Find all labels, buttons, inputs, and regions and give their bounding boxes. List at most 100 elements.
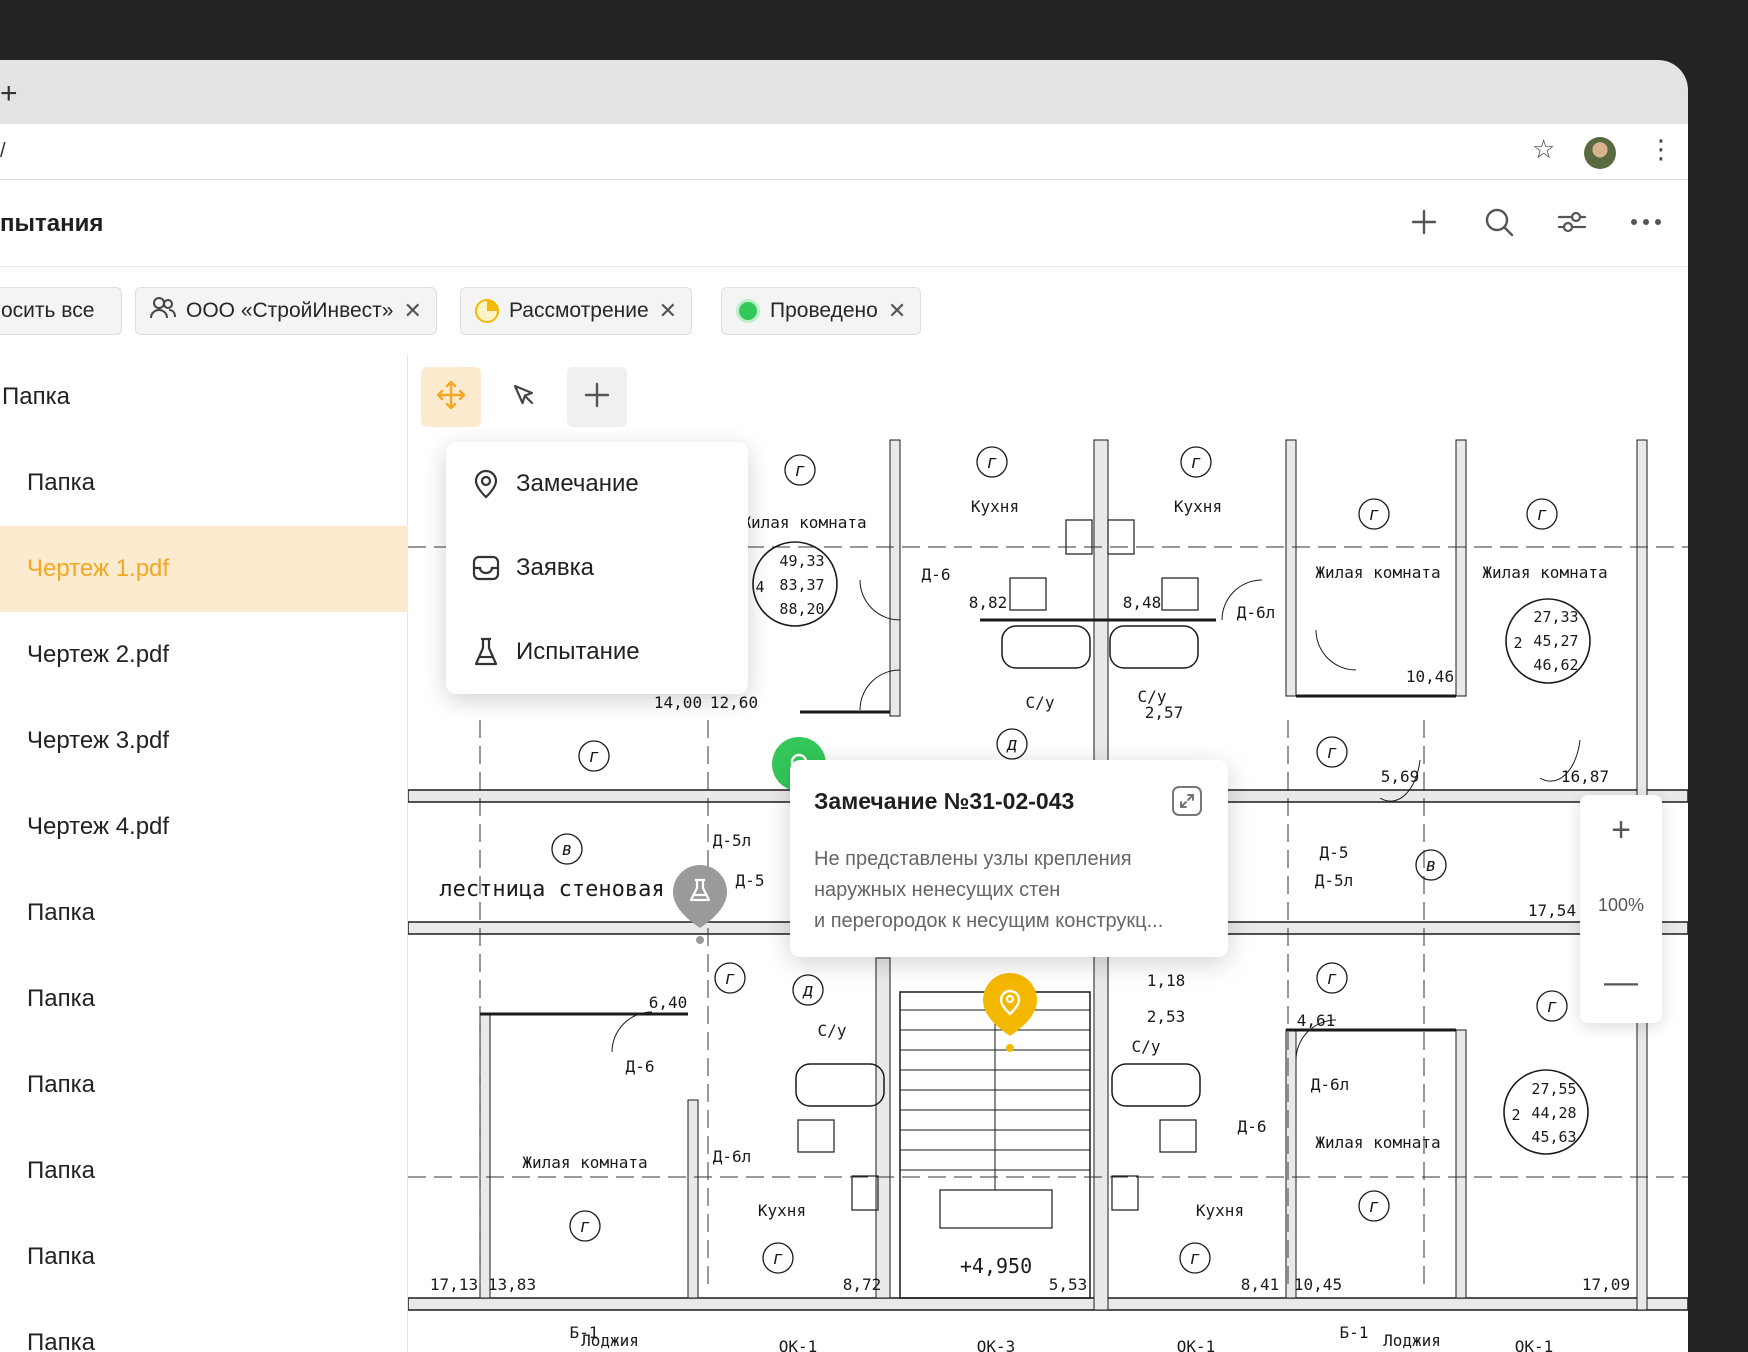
sidebar-file[interactable]: Чертеж 3.pdf [0, 698, 408, 784]
menu-item-remark[interactable]: Замечание [446, 442, 748, 526]
filter-chip-label: ООО «СтройИнвест» [186, 299, 394, 322]
svg-text:Д-6: Д-6 [922, 565, 951, 584]
svg-text:2: 2 [1511, 1106, 1520, 1124]
svg-text:6,40: 6,40 [649, 993, 688, 1012]
svg-text:г: г [725, 968, 736, 989]
svg-text:ОК-1: ОК-1 [1177, 1337, 1216, 1352]
add-tool-button[interactable] [567, 367, 627, 427]
svg-text:д: д [1006, 734, 1018, 755]
kebab-icon[interactable]: ⋮ [1648, 136, 1674, 162]
more-icon[interactable] [1626, 202, 1666, 242]
remark-popup-card[interactable]: Замечание №31-02-043 Не представлены узл… [790, 760, 1228, 957]
plus-icon[interactable] [1404, 202, 1444, 242]
zoom-level: 100% [1597, 895, 1645, 915]
popup-line: наружных ненесущих стен [814, 879, 1061, 901]
move-icon [435, 379, 467, 416]
sidebar-item-label: Чертеж 4.pdf [27, 813, 170, 840]
svg-text:г: г [1547, 996, 1558, 1017]
svg-text:г: г [1369, 504, 1380, 525]
expand-icon[interactable] [1172, 786, 1202, 816]
sidebar-folder[interactable]: Папка [0, 1300, 408, 1352]
device-bezel-right [1688, 0, 1748, 1352]
svg-text:Б-1: Б-1 [570, 1323, 599, 1342]
sidebar-item-label: Папка [27, 1243, 95, 1270]
svg-text:Д-5: Д-5 [1320, 843, 1349, 862]
sidebar-item-label: Папка [27, 899, 95, 926]
svg-text:1,18: 1,18 [1147, 971, 1186, 990]
filter-sliders-icon[interactable] [1552, 202, 1592, 242]
svg-text:С/у: С/у [1026, 693, 1055, 712]
users-icon [150, 296, 176, 326]
svg-text:88,20: 88,20 [779, 600, 824, 618]
svg-text:Д-6л: Д-6л [1311, 1075, 1350, 1094]
svg-text:г: г [1190, 1248, 1201, 1269]
filter-chip-review[interactable]: Рассмотрение ✕ [460, 287, 693, 335]
page-title: пытания [0, 210, 104, 237]
star-icon[interactable]: ☆ [1532, 136, 1555, 162]
svg-text:16,87: 16,87 [1561, 767, 1609, 786]
svg-text:Д-6л: Д-6л [1237, 603, 1276, 622]
sidebar-item-label: Папка [27, 1071, 95, 1098]
menu-item-label: Замечание [516, 470, 639, 497]
close-icon[interactable]: ✕ [403, 298, 421, 324]
sidebar-folder[interactable]: Папка [0, 956, 408, 1042]
sidebar-folder[interactable]: Папка [0, 354, 408, 440]
filter-chip-company[interactable]: ООО «СтройИнвест» ✕ [135, 287, 437, 335]
close-icon[interactable]: ✕ [888, 298, 906, 324]
sidebar-file[interactable]: Чертеж 2.pdf [0, 612, 408, 698]
search-icon[interactable] [1479, 202, 1519, 242]
inbox-icon [446, 555, 516, 581]
sidebar-folder[interactable]: Папка [0, 1128, 408, 1214]
svg-text:45,27: 45,27 [1533, 632, 1578, 650]
status-done-icon [736, 299, 760, 323]
move-tool-button[interactable] [421, 367, 481, 427]
status-review-icon [475, 299, 499, 323]
svg-text:г: г [580, 1216, 591, 1237]
svg-text:г: г [1191, 452, 1202, 473]
svg-text:8,48: 8,48 [1123, 593, 1162, 612]
url-text[interactable]: / [0, 140, 6, 163]
close-icon[interactable]: ✕ [659, 298, 677, 324]
menu-item-label: Заявка [516, 554, 594, 581]
svg-text:С/у: С/у [818, 1021, 847, 1040]
sidebar-folder[interactable]: Папка [0, 440, 408, 526]
sidebar-item-label: Папка [27, 1157, 95, 1184]
svg-text:Лоджия: Лоджия [1383, 1331, 1441, 1350]
sidebar-item-label: Папка [27, 1329, 95, 1352]
sidebar-file[interactable]: Чертеж 4.pdf [0, 784, 408, 870]
svg-text:10,46: 10,46 [1406, 667, 1454, 686]
reset-filters-button[interactable]: осить все [0, 287, 122, 335]
svg-text:49,33: 49,33 [779, 552, 824, 570]
popup-description: Не представлены узлы крепления наружных … [814, 844, 1209, 937]
svg-text:Д-5л: Д-5л [1315, 871, 1354, 890]
svg-text:г: г [589, 746, 600, 767]
menu-item-test[interactable]: Испытание [446, 610, 748, 694]
zoom-control: + 100% — [1580, 795, 1662, 1023]
filter-chip-done[interactable]: Проведено ✕ [721, 287, 922, 335]
sidebar-item-label: Чертеж 2.pdf [27, 641, 170, 668]
svg-text:Жилая комната: Жилая комната [1482, 563, 1607, 582]
zoom-out-button[interactable]: — [1580, 947, 1662, 1017]
svg-text:27,33: 27,33 [1533, 608, 1578, 626]
device-bezel-top [0, 0, 1748, 60]
svg-text:ОК-3: ОК-3 [977, 1337, 1016, 1352]
sidebar-folder[interactable]: Папка [0, 870, 408, 956]
profile-avatar[interactable] [1584, 137, 1616, 169]
svg-text:Кухня: Кухня [1196, 1201, 1244, 1220]
svg-text:17,54: 17,54 [1528, 901, 1576, 920]
sidebar-folder[interactable]: Папка [0, 1214, 408, 1300]
gray-flask-pin[interactable] [672, 864, 728, 951]
svg-text:45,63: 45,63 [1531, 1128, 1576, 1146]
new-tab-button[interactable]: + [0, 79, 18, 109]
yellow-pin[interactable] [982, 972, 1038, 1059]
sidebar-file-active[interactable]: Чертеж 1.pdf [0, 526, 408, 612]
zoom-in-button[interactable]: + [1580, 795, 1662, 865]
select-tool-button[interactable] [494, 367, 554, 427]
menu-item-request[interactable]: Заявка [446, 526, 748, 610]
sidebar-folder[interactable]: Папка [0, 1042, 408, 1128]
svg-text:Д-5л: Д-5л [713, 831, 752, 850]
svg-text:8,82: 8,82 [969, 593, 1008, 612]
sidebar-item-label: Чертеж 3.pdf [27, 727, 170, 754]
svg-text:+4,950: +4,950 [960, 1254, 1032, 1278]
address-bar[interactable] [0, 124, 1688, 180]
